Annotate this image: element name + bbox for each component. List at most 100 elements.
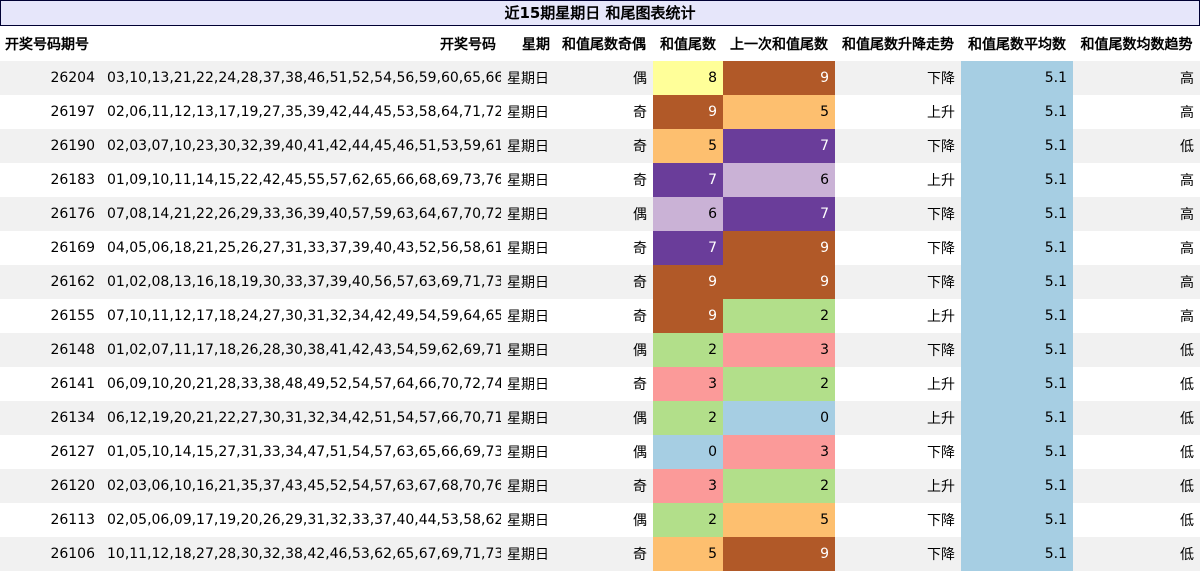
issue-cell: 26134 xyxy=(0,401,101,435)
issue-cell: 26106 xyxy=(0,537,101,571)
prev-tail-cell: 6 xyxy=(723,163,835,197)
trend-cell: 下降 xyxy=(835,333,961,367)
numbers-cell: 04,05,06,18,21,25,26,27,31,33,37,39,40,4… xyxy=(101,231,501,265)
trend-cell: 上升 xyxy=(835,469,961,503)
trend-cell: 下降 xyxy=(835,503,961,537)
numbers-cell: 01,09,10,11,14,15,22,42,45,55,57,62,65,6… xyxy=(101,163,501,197)
weekday-cell: 星期日 xyxy=(501,503,555,537)
parity-cell: 奇 xyxy=(555,299,653,333)
avg-cell: 5.1 xyxy=(961,231,1073,265)
avg-cell: 5.1 xyxy=(961,469,1073,503)
weekday-cell: 星期日 xyxy=(501,469,555,503)
prev-tail-cell: 7 xyxy=(723,129,835,163)
weekday-cell: 星期日 xyxy=(501,367,555,401)
trend-cell: 上升 xyxy=(835,401,961,435)
prev-tail-cell: 9 xyxy=(723,61,835,95)
parity-cell: 奇 xyxy=(555,231,653,265)
trend-cell: 下降 xyxy=(835,129,961,163)
avg-cell: 5.1 xyxy=(961,401,1073,435)
avg-trend-cell: 低 xyxy=(1073,333,1200,367)
numbers-cell: 01,05,10,14,15,27,31,33,34,47,51,54,57,6… xyxy=(101,435,501,469)
parity-cell: 奇 xyxy=(555,265,653,299)
avg-trend-cell: 高 xyxy=(1073,265,1200,299)
prev-tail-cell: 5 xyxy=(723,95,835,129)
table-row: 26127 01,05,10,14,15,27,31,33,34,47,51,54… xyxy=(0,435,1200,469)
avg-cell: 5.1 xyxy=(961,61,1073,95)
header-trend: 和值尾数升降走势 xyxy=(842,36,954,53)
issue-cell: 26183 xyxy=(0,163,101,197)
prev-tail-cell: 9 xyxy=(723,537,835,571)
parity-cell: 奇 xyxy=(555,469,653,503)
weekday-cell: 星期日 xyxy=(501,231,555,265)
numbers-cell: 07,10,11,12,17,18,24,27,30,31,32,34,42,4… xyxy=(101,299,501,333)
tail-cell: 7 xyxy=(653,163,723,197)
avg-trend-cell: 低 xyxy=(1073,503,1200,537)
parity-cell: 偶 xyxy=(555,197,653,231)
prev-tail-cell: 9 xyxy=(723,231,835,265)
trend-cell: 上升 xyxy=(835,163,961,197)
weekday-cell: 星期日 xyxy=(501,265,555,299)
header-prev-tail: 上一次和值尾数 xyxy=(730,36,828,53)
avg-trend-cell: 低 xyxy=(1073,435,1200,469)
numbers-cell: 10,11,12,18,27,28,30,32,38,42,46,53,62,6… xyxy=(101,537,501,571)
avg-cell: 5.1 xyxy=(961,163,1073,197)
header-numbers: 开奖号码 xyxy=(440,36,496,53)
weekday-cell: 星期日 xyxy=(501,435,555,469)
avg-cell: 5.1 xyxy=(961,367,1073,401)
avg-trend-cell: 高 xyxy=(1073,197,1200,231)
avg-cell: 5.1 xyxy=(961,333,1073,367)
weekday-cell: 星期日 xyxy=(501,129,555,163)
avg-cell: 5.1 xyxy=(961,299,1073,333)
tail-cell: 9 xyxy=(653,265,723,299)
trend-cell: 上升 xyxy=(835,95,961,129)
numbers-cell: 03,10,13,21,22,24,28,37,38,46,51,52,54,5… xyxy=(101,61,501,95)
issue-cell: 26127 xyxy=(0,435,101,469)
weekday-cell: 星期日 xyxy=(501,61,555,95)
tail-cell: 8 xyxy=(653,61,723,95)
parity-cell: 奇 xyxy=(555,129,653,163)
weekday-cell: 星期日 xyxy=(501,537,555,571)
chart-title: 近15期星期日 和尾图表统计 xyxy=(0,0,1200,26)
trend-cell: 下降 xyxy=(835,435,961,469)
parity-cell: 偶 xyxy=(555,503,653,537)
tail-cell: 2 xyxy=(653,401,723,435)
table-row: 26141 06,09,10,20,21,28,33,38,48,49,52,54… xyxy=(0,367,1200,401)
avg-trend-cell: 低 xyxy=(1073,401,1200,435)
avg-trend-cell: 高 xyxy=(1073,61,1200,95)
trend-cell: 下降 xyxy=(835,197,961,231)
stats-table: 开奖号码期号 开奖号码 星期 和值尾数奇偶 和值尾数 上一次和值尾数 和值尾数升… xyxy=(0,26,1200,571)
prev-tail-cell: 2 xyxy=(723,469,835,503)
numbers-cell: 02,06,11,12,13,17,19,27,35,39,42,44,45,5… xyxy=(101,95,501,129)
header-tail: 和值尾数 xyxy=(660,36,716,53)
avg-trend-cell: 高 xyxy=(1073,299,1200,333)
issue-cell: 26176 xyxy=(0,197,101,231)
table-row: 26155 07,10,11,12,17,18,24,27,30,31,32,34… xyxy=(0,299,1200,333)
issue-cell: 26141 xyxy=(0,367,101,401)
trend-cell: 下降 xyxy=(835,61,961,95)
table-row: 26162 01,02,08,13,16,18,19,30,33,37,39,40… xyxy=(0,265,1200,299)
numbers-cell: 02,03,07,10,23,30,32,39,40,41,42,44,45,4… xyxy=(101,129,501,163)
prev-tail-cell: 2 xyxy=(723,299,835,333)
avg-trend-cell: 低 xyxy=(1073,537,1200,571)
parity-cell: 奇 xyxy=(555,95,653,129)
tail-cell: 9 xyxy=(653,299,723,333)
numbers-cell: 01,02,07,11,17,18,26,28,30,38,41,42,43,5… xyxy=(101,333,501,367)
header-issue: 开奖号码期号 xyxy=(5,36,89,53)
table-row: 26106 10,11,12,18,27,28,30,32,38,42,46,53… xyxy=(0,537,1200,571)
avg-cell: 5.1 xyxy=(961,537,1073,571)
prev-tail-cell: 2 xyxy=(723,367,835,401)
prev-tail-cell: 3 xyxy=(723,333,835,367)
parity-cell: 偶 xyxy=(555,333,653,367)
table-row: 26134 06,12,19,20,21,22,27,30,31,32,34,42… xyxy=(0,401,1200,435)
prev-tail-cell: 3 xyxy=(723,435,835,469)
table-row: 26197 02,06,11,12,13,17,19,27,35,39,42,44… xyxy=(0,95,1200,129)
tail-cell: 6 xyxy=(653,197,723,231)
prev-tail-cell: 5 xyxy=(723,503,835,537)
numbers-cell: 06,09,10,20,21,28,33,38,48,49,52,54,57,6… xyxy=(101,367,501,401)
avg-cell: 5.1 xyxy=(961,435,1073,469)
avg-trend-cell: 低 xyxy=(1073,469,1200,503)
table-row: 26204 03,10,13,21,22,24,28,37,38,46,51,52… xyxy=(0,61,1200,95)
avg-trend-cell: 高 xyxy=(1073,95,1200,129)
weekday-cell: 星期日 xyxy=(501,401,555,435)
avg-trend-cell: 高 xyxy=(1073,163,1200,197)
